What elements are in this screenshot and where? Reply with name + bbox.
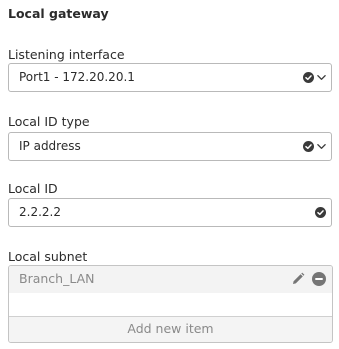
listening-interface-value: Port1 - 172.20.20.1: [19, 70, 135, 84]
check-circle-icon: [303, 72, 314, 83]
list-item[interactable]: Branch_LAN: [9, 266, 332, 293]
local-id-value: 2.2.2.2: [19, 205, 61, 219]
minus-circle-icon[interactable]: [312, 272, 326, 286]
section-title: Local gateway: [8, 6, 109, 21]
local-id-label: Local ID: [8, 181, 58, 196]
list-item-label: Branch_LAN: [19, 271, 95, 286]
local-subnet-list: Branch_LAN Add new item: [8, 265, 333, 343]
listening-interface-label: Listening interface: [8, 47, 125, 62]
local-id-type-select[interactable]: IP address: [8, 132, 332, 161]
local-id-type-value: IP address: [19, 139, 81, 153]
chevron-down-icon: [317, 75, 326, 80]
check-circle-icon: [303, 141, 314, 152]
local-subnet-label: Local subnet: [8, 249, 88, 264]
add-new-item-button[interactable]: Add new item: [9, 316, 332, 342]
local-id-input[interactable]: 2.2.2.2: [8, 198, 332, 227]
check-circle-icon: [315, 207, 326, 218]
local-id-type-label: Local ID type: [8, 114, 90, 129]
pencil-icon[interactable]: [291, 272, 305, 286]
list-blank-row: [9, 293, 332, 318]
listening-interface-select[interactable]: Port1 - 172.20.20.1: [8, 63, 332, 92]
chevron-down-icon: [317, 144, 326, 149]
